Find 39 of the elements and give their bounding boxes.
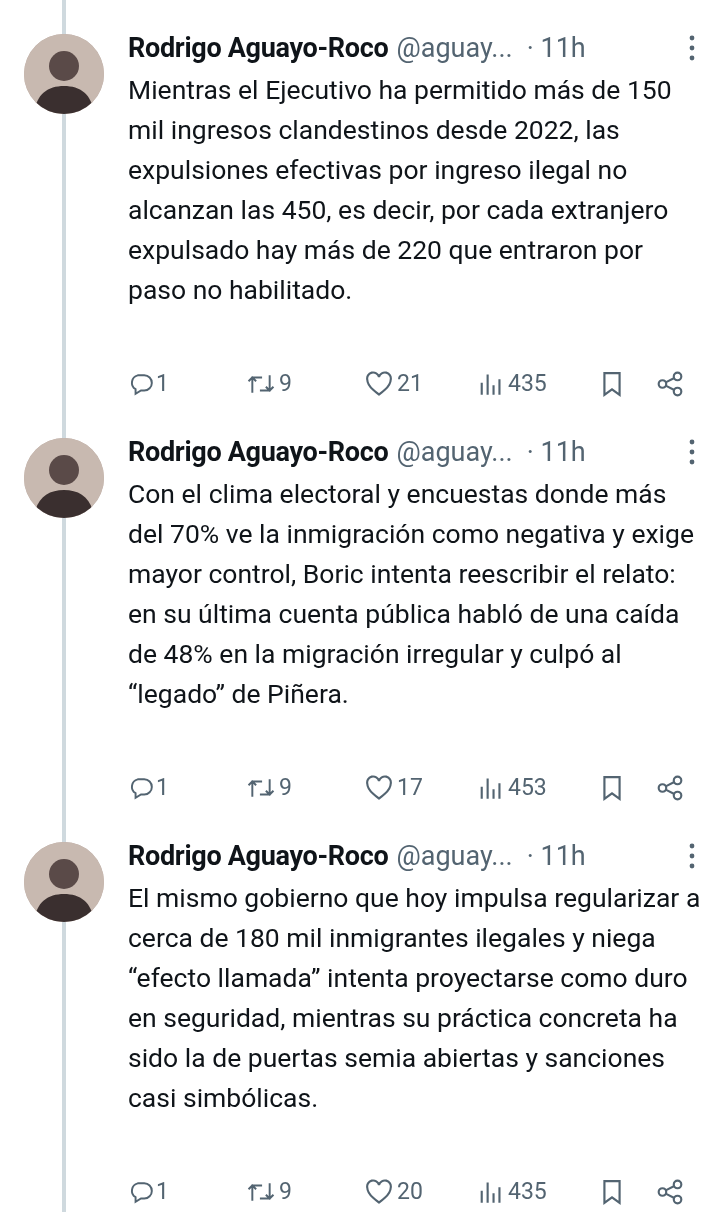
post-time: · 11h (526, 840, 586, 872)
bookmark-icon[interactable] (601, 1179, 623, 1205)
like-count[interactable]: 20 (397, 1179, 423, 1205)
heart-icon (365, 775, 393, 801)
author-handle[interactable]: @aguay... (396, 840, 513, 872)
bookmark-icon[interactable] (601, 371, 623, 397)
heart-icon (365, 371, 393, 397)
bookmark-icon[interactable] (601, 775, 623, 801)
heart-icon (365, 1179, 393, 1205)
view-count[interactable]: 435 (508, 1179, 547, 1205)
repost-count[interactable]: 9 (279, 775, 292, 801)
author-name[interactable]: Rodrigo Aguayo-Roco (128, 32, 389, 64)
view-count[interactable]: 453 (508, 775, 547, 801)
like-count[interactable]: 21 (397, 371, 423, 397)
reply-count[interactable]: 1 (156, 775, 169, 801)
share-icon[interactable] (656, 775, 684, 801)
more-options-icon[interactable] (688, 34, 696, 62)
like-count[interactable]: 17 (397, 775, 423, 801)
author-name[interactable]: Rodrigo Aguayo-Roco (128, 436, 389, 468)
repost-count[interactable]: 9 (279, 371, 292, 397)
share-icon[interactable] (656, 1179, 684, 1205)
more-options-icon[interactable] (688, 438, 696, 466)
share-icon[interactable] (656, 371, 684, 397)
author-handle[interactable]: @aguay... (396, 436, 513, 468)
reply-icon (128, 371, 154, 397)
post-time: · 11h (526, 436, 586, 468)
repost-count[interactable]: 9 (279, 1179, 292, 1205)
post-text: Con el clima electoral y encuestas donde más del 70% ve la inmigración como negativa y exige mayor control, Boric intenta reescribir el relato: en su última cuenta pública habló de una caída de 48% en la migración irregular y culpó al “legado” de Piñera. (128, 477, 695, 711)
post-text: Mientras el Ejecutivo ha permitido más de 150 mil ingresos clandestinos desde 2022, las expulsiones efectivas por ingreso ilegal no alcanzan las 450, es decir, por cada extranjero expulsado hay más de 220 que entraron por paso no habilitado. (128, 73, 673, 307)
more-options-icon[interactable] (688, 842, 696, 870)
reply-icon (128, 1179, 154, 1205)
author-name[interactable]: Rodrigo Aguayo-Roco (128, 840, 389, 872)
author-handle[interactable]: @aguay... (396, 32, 513, 64)
reply-icon (128, 775, 154, 801)
view-count[interactable]: 435 (508, 371, 547, 397)
reply-count[interactable]: 1 (156, 1179, 169, 1205)
post-time: · 11h (526, 32, 586, 64)
post-text: El mismo gobierno que hoy impulsa regularizar a cerca de 180 mil inmigrantes ilegales y niega “efecto llamada” intenta proyectarse como duro en seguridad, mientras su práctica concreta ha sido la de puertas semia abiertas y sanciones casi simbólicas. (128, 881, 702, 1115)
reply-count[interactable]: 1 (156, 371, 169, 397)
